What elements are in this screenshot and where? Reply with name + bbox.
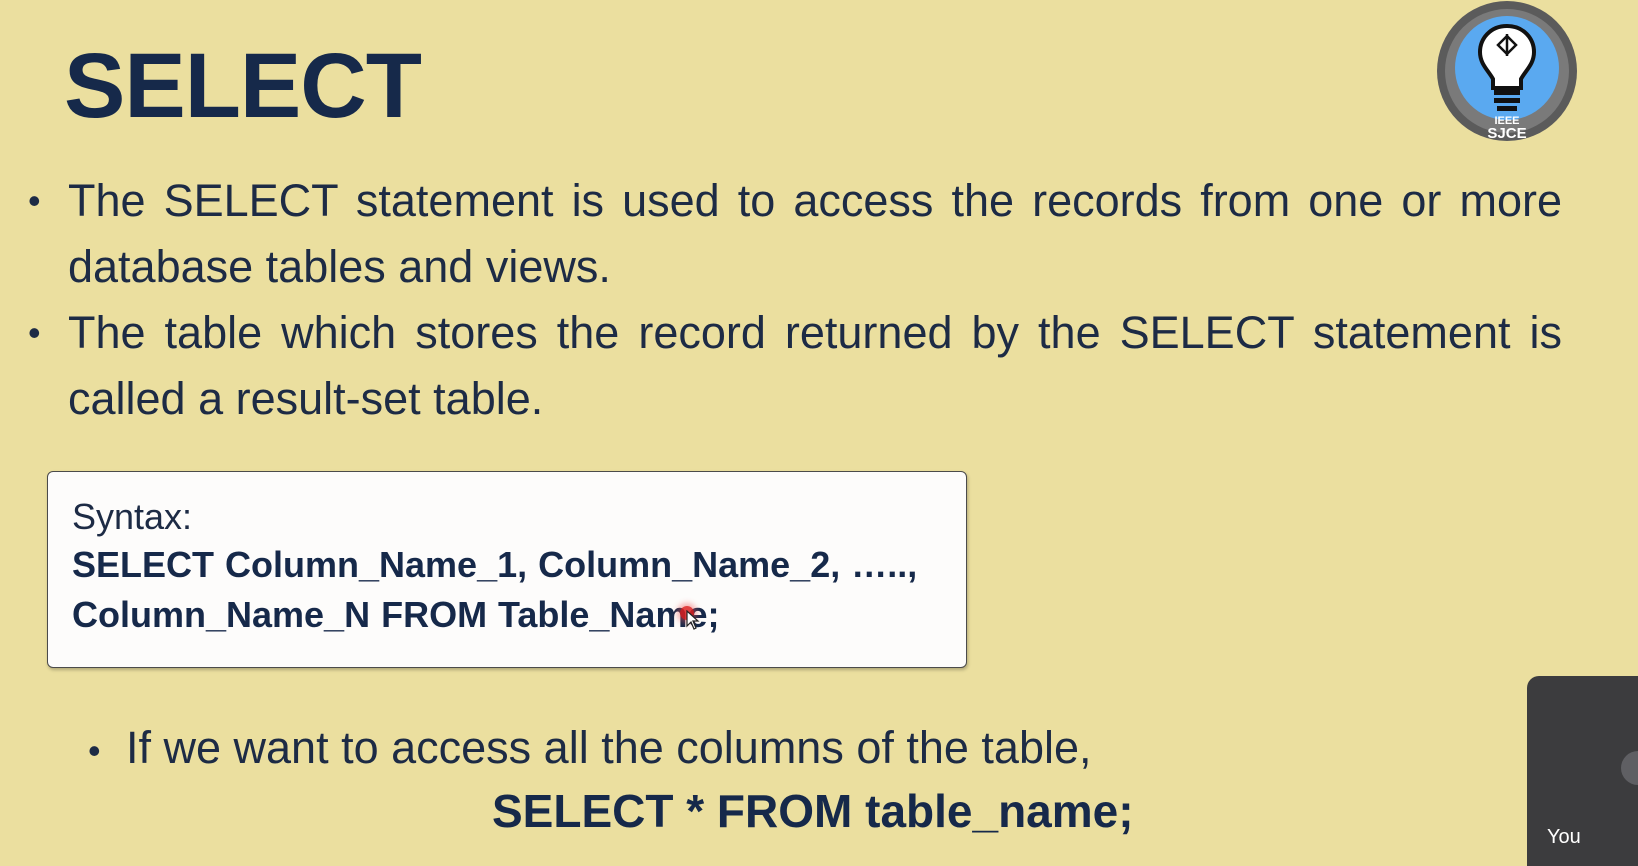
sub-bullet-text: If we want to access all the columns of … (126, 722, 1092, 773)
slide-title: SELECT (64, 35, 422, 137)
lightbulb-icon: IEEE SJCE (1437, 1, 1577, 142)
participant-name: You (1547, 826, 1581, 848)
bullet-list: • The SELECT statement is used to access… (26, 168, 1562, 432)
sub-bullet: • If we want to access all the columns of… (88, 715, 1092, 784)
logo-text-bottom: SJCE (1487, 125, 1526, 142)
bullet-dot: • (88, 730, 101, 771)
bullet-dot: • (28, 180, 41, 221)
syntax-code-line-2: Column_Name_N FROM Table_Name; (72, 594, 720, 635)
example-code: SELECT * FROM table_name; (492, 785, 1134, 837)
syntax-box: Syntax: SELECT Column_Name_1, Column_Nam… (47, 471, 967, 668)
bullet-dot: • (28, 312, 41, 353)
syntax-label: Syntax: (72, 496, 193, 537)
bullet-item: • The table which stores the record retu… (26, 300, 1562, 432)
bullet-text: The table which stores the record return… (68, 307, 1562, 424)
bullet-text: The SELECT statement is used to access t… (68, 175, 1562, 292)
avatar (1621, 751, 1638, 785)
mouse-cursor-icon (686, 610, 700, 630)
participant-video-tile[interactable]: You (1527, 676, 1638, 866)
bullet-item: • The SELECT statement is used to access… (26, 168, 1562, 300)
ieee-sjce-logo: IEEE SJCE (1430, 0, 1584, 144)
syntax-code-line-1: SELECT Column_Name_1, Column_Name_2, …..… (72, 544, 918, 585)
